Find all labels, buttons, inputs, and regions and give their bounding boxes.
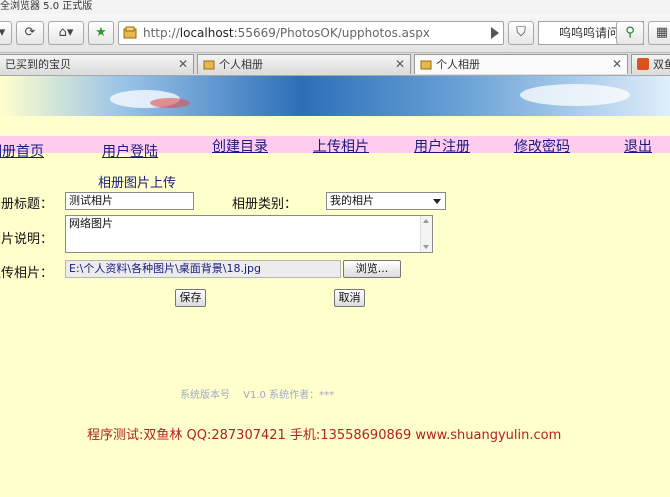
shield-icon: ⛉ xyxy=(516,25,526,40)
nav-logout[interactable]: 退出 xyxy=(624,136,652,156)
address-bar[interactable]: http://localhost:55669/PhotosOK/upphotos… xyxy=(118,21,504,45)
textarea-scrollbar[interactable] xyxy=(420,216,432,252)
refresh-icon: ⟳ xyxy=(24,25,36,40)
scroll-up-icon[interactable] xyxy=(423,219,429,223)
close-icon[interactable]: ✕ xyxy=(178,55,188,74)
banner-figure xyxy=(150,98,190,108)
shield-button[interactable]: ⛉ xyxy=(508,21,534,45)
nav-user-login[interactable]: 用户登陆 xyxy=(102,141,158,161)
brand-icon xyxy=(637,58,649,70)
tab-bought[interactable]: 已买到的宝贝 ✕ xyxy=(0,54,194,74)
site-banner xyxy=(0,76,670,116)
nav-change-password[interactable]: 修改密码 xyxy=(514,136,570,156)
banner-cloud xyxy=(520,84,630,106)
window-title-text: 全浏览器 5.0 正式版 xyxy=(0,1,93,12)
star-icon: ★ xyxy=(95,25,107,40)
refresh-button[interactable]: ⟳ xyxy=(16,21,44,45)
main-nav: 相册首页 用户登陆 创建目录 上传相片 用户注册 修改密码 退出 xyxy=(0,136,670,160)
scroll-down-icon[interactable] xyxy=(423,245,429,249)
go-arrow-icon[interactable] xyxy=(491,27,499,39)
page-icon xyxy=(420,60,432,70)
form-heading: 相册图片上传 xyxy=(98,176,177,191)
back-dropdown-button[interactable]: ▾ xyxy=(0,21,12,45)
tab-shuangyu[interactable]: 双鱼 xyxy=(631,54,670,74)
tab-strip: 已买到的宝贝 ✕ 个人相册 ✕ 个人相册 ✕ 双鱼 xyxy=(0,53,670,76)
save-button[interactable]: 保存 xyxy=(175,289,206,307)
album-category-label: 相册类别： xyxy=(232,197,298,212)
search-button[interactable]: ⚲ xyxy=(616,21,644,45)
browser-toolbar: ▾ ⟳ ⌂▾ ★ http://localhost:55669/PhotosOK… xyxy=(0,14,670,53)
cancel-button[interactable]: 取消 xyxy=(334,289,365,307)
chevron-down-icon xyxy=(433,199,441,204)
page-icon xyxy=(123,26,137,39)
nav-album-home[interactable]: 相册首页 xyxy=(0,141,44,161)
tab-album-2[interactable]: 个人相册 ✕ xyxy=(414,54,628,74)
system-version: 系统版本号 V1.0 系统作者：*** xyxy=(180,390,335,401)
tab-album-1[interactable]: 个人相册 ✕ xyxy=(197,54,411,74)
window-title: 全浏览器 5.0 正式版 xyxy=(0,0,670,14)
album-category-select[interactable]: 我的相片 xyxy=(326,192,446,210)
search-icon: ⚲ xyxy=(625,25,635,40)
grid-icon: ▦ xyxy=(655,25,669,40)
nav-create-directory[interactable]: 创建目录 xyxy=(212,136,268,156)
author-credit: 程序测试:双鱼林 QQ:287307421 手机:13558690869 www… xyxy=(87,428,562,443)
address-url: http://localhost:55669/PhotosOK/upphotos… xyxy=(143,26,430,40)
nav-user-register[interactable]: 用户注册 xyxy=(414,136,470,156)
album-title-label: 相册标题： xyxy=(0,197,54,212)
close-icon[interactable]: ✕ xyxy=(612,55,622,74)
grid-menu-button[interactable]: ▦ xyxy=(648,21,670,45)
home-button[interactable]: ⌂▾ xyxy=(48,21,84,45)
photo-desc-textarea[interactable]: 网络图片 xyxy=(65,215,433,253)
album-title-input[interactable]: 测试相片 xyxy=(65,192,194,210)
browse-button[interactable]: 浏览... xyxy=(343,260,401,278)
nav-upload-photo[interactable]: 上传相片 xyxy=(313,136,369,156)
upload-file-path[interactable]: E:\个人资料\各种图片\桌面背景\18.jpg xyxy=(65,260,341,278)
upload-photo-label: 上传相片： xyxy=(0,266,54,281)
photo-desc-label: 相片说明： xyxy=(0,232,54,247)
home-icon: ⌂▾ xyxy=(58,25,74,40)
favorite-button[interactable]: ★ xyxy=(88,21,114,45)
page-icon xyxy=(203,60,215,70)
chevron-down-icon: ▾ xyxy=(0,25,6,40)
close-icon[interactable]: ✕ xyxy=(395,55,405,74)
